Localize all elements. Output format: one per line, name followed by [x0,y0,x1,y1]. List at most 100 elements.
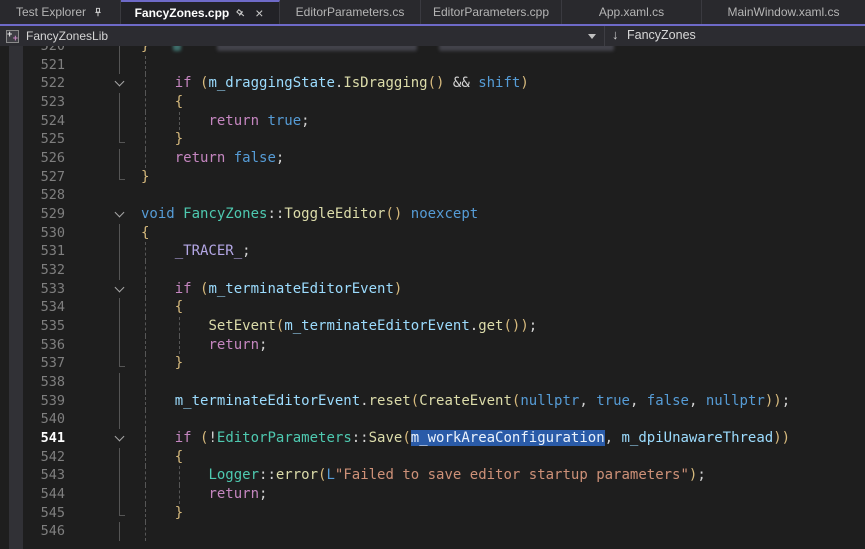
code-line[interactable]: 520} [0,46,865,56]
code-text[interactable]: Logger::error(L"Failed to save editor st… [138,466,865,485]
code-line[interactable]: 543 Logger::error(L"Failed to save edito… [0,466,865,485]
chevron-down-icon[interactable] [588,34,596,39]
line-number[interactable]: 532 [23,261,65,280]
code-text[interactable] [138,522,865,541]
code-text[interactable]: m_terminateEditorEvent.reset(CreateEvent… [138,392,865,411]
breakpoint-margin[interactable] [9,112,23,131]
line-number[interactable]: 544 [23,485,65,504]
code-text[interactable] [138,56,865,75]
code-line[interactable]: 546 [0,522,865,541]
code-text[interactable]: if (!EditorParameters::Save(m_workAreaCo… [138,429,865,448]
code-text[interactable]: return; [138,485,865,504]
tab-editorparameters-cs[interactable]: EditorParameters.cs [280,0,421,24]
tab-editorparameters-cpp[interactable]: EditorParameters.cpp [421,0,562,24]
code-line[interactable]: 537 } [0,354,865,373]
breakpoint-margin[interactable] [9,186,23,205]
line-number[interactable]: 538 [23,373,65,392]
code-line[interactable]: 529 void FancyZones::ToggleEditor() noexc… [0,205,865,224]
breakpoint-margin[interactable] [9,448,23,467]
code-line[interactable]: 532 [0,261,865,280]
code-text[interactable]: { [138,224,865,243]
close-icon[interactable]: × [253,6,265,20]
breakpoint-margin[interactable] [9,373,23,392]
code-line[interactable]: 534 { [0,298,865,317]
code-text[interactable]: } [138,130,865,149]
breakpoint-margin[interactable] [9,205,23,224]
code-line[interactable] [0,541,865,549]
code-editor[interactable]: 520}521522 if (m_draggingState.IsDraggin… [0,46,865,549]
fold-chevron-icon[interactable] [110,74,138,93]
code-text[interactable] [138,541,865,549]
tab-test-explorer[interactable]: Test Explorer [0,0,121,24]
line-number[interactable]: 527 [23,168,65,187]
code-line[interactable]: 540 [0,410,865,429]
breakpoint-margin[interactable] [9,280,23,299]
breakpoint-margin[interactable] [9,261,23,280]
line-number[interactable]: 520 [23,46,65,56]
tab-app-xaml-cs[interactable]: App.xaml.cs [562,0,702,24]
line-number[interactable]: 535 [23,317,65,336]
breakpoint-margin[interactable] [9,522,23,541]
code-text[interactable]: { [138,448,865,467]
line-number[interactable]: 522 [23,74,65,93]
breakpoint-margin[interactable] [9,485,23,504]
breakpoint-margin[interactable] [9,541,23,549]
line-number[interactable]: 528 [23,186,65,205]
line-number[interactable]: 525 [23,130,65,149]
fold-chevron-icon[interactable] [110,280,138,299]
line-number[interactable] [23,541,65,549]
line-number[interactable]: 546 [23,522,65,541]
fold-chevron-icon[interactable] [110,429,138,448]
code-line[interactable]: 528 [0,186,865,205]
code-line[interactable]: 523 { [0,93,865,112]
code-text[interactable]: return false; [138,149,865,168]
breakpoint-margin[interactable] [9,466,23,485]
tab-fancyzones-cpp[interactable]: FancyZones.cpp × [121,0,280,24]
code-text[interactable]: } [138,354,865,373]
code-line[interactable]: 544 return; [0,485,865,504]
code-line[interactable]: 533 if (m_terminateEditorEvent) [0,280,865,299]
line-number[interactable]: 537 [23,354,65,373]
code-text[interactable]: return; [138,336,865,355]
code-text[interactable]: _TRACER_; [138,242,865,261]
breakpoint-margin[interactable] [9,149,23,168]
code-text[interactable] [138,261,865,280]
code-line[interactable]: 539 m_terminateEditorEvent.reset(CreateE… [0,392,865,411]
code-line[interactable]: 521 [0,56,865,75]
code-line[interactable]: 530 { [0,224,865,243]
line-number[interactable]: 526 [23,149,65,168]
line-number[interactable]: 530 [23,224,65,243]
code-text[interactable]: void FancyZones::ToggleEditor() noexcept [138,205,865,224]
line-number[interactable]: 531 [23,242,65,261]
breakpoint-margin[interactable] [9,46,23,56]
line-number[interactable]: 540 [23,410,65,429]
code-text[interactable]: return true; [138,112,865,131]
code-text[interactable]: if (m_draggingState.IsDragging() && shif… [138,74,865,93]
pin-icon[interactable] [92,6,104,19]
breakpoint-margin[interactable] [9,392,23,411]
code-line[interactable]: 536 return; [0,336,865,355]
code-line[interactable]: 545 } [0,504,865,523]
line-number[interactable]: 529 [23,205,65,224]
code-text[interactable] [138,410,865,429]
line-number[interactable]: 539 [23,392,65,411]
code-text[interactable]: } [138,168,865,187]
breakpoint-margin[interactable] [9,242,23,261]
pin-icon[interactable] [235,7,247,20]
code-line[interactable]: 531 _TRACER_; [0,242,865,261]
code-line[interactable]: 525 } [0,130,865,149]
breakpoint-margin[interactable] [9,130,23,149]
breakpoint-margin[interactable] [9,354,23,373]
line-number[interactable]: 521 [23,56,65,75]
breakpoint-margin[interactable] [9,74,23,93]
breakpoint-margin[interactable] [9,317,23,336]
code-text[interactable]: SetEvent(m_terminateEditorEvent.get()); [138,317,865,336]
code-text[interactable] [138,373,865,392]
line-number[interactable]: 533 [23,280,65,299]
code-line[interactable]: 541 if (!EditorParameters::Save(m_workAr… [0,429,865,448]
code-text[interactable] [138,186,865,205]
line-number[interactable]: 523 [23,93,65,112]
fold-chevron-icon[interactable] [110,205,138,224]
code-line[interactable]: 524 return true; [0,112,865,131]
code-line[interactable]: 535 SetEvent(m_terminateEditorEvent.get(… [0,317,865,336]
